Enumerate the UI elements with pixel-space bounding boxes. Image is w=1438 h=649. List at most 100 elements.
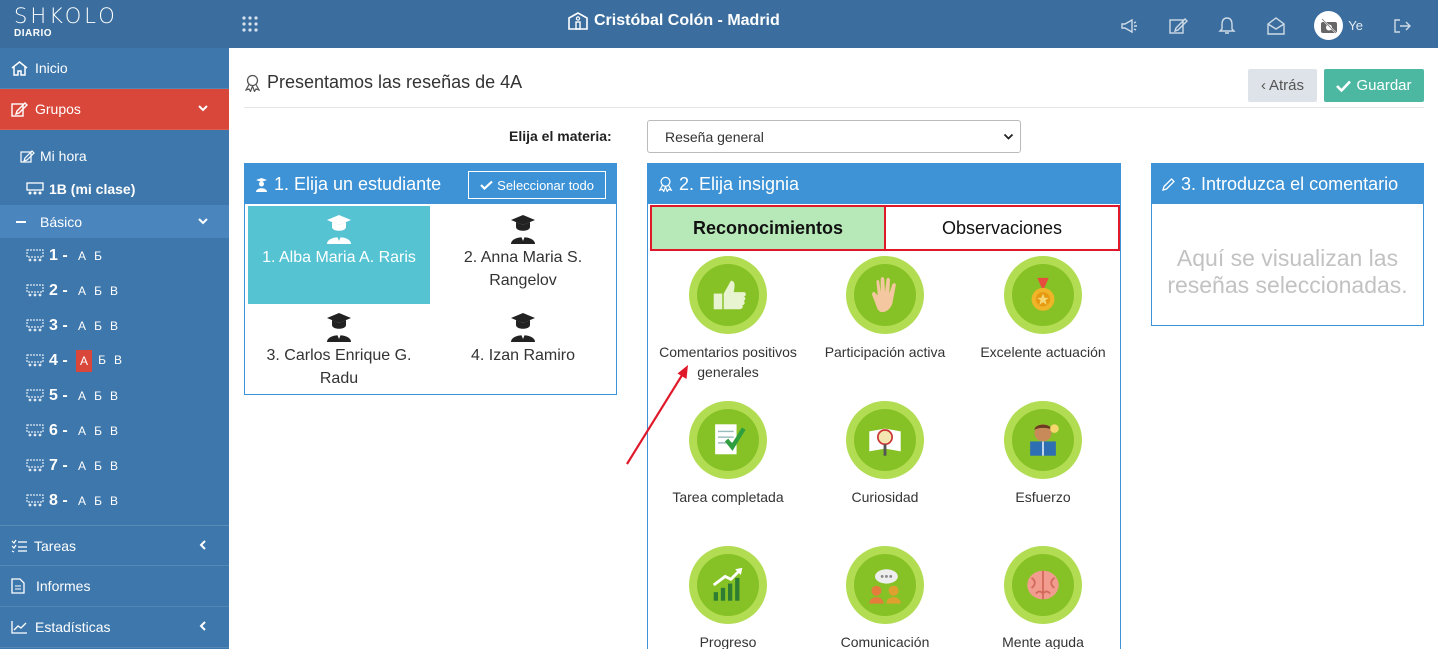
grade-section-link[interactable]: А xyxy=(76,246,88,266)
sidebar-item-label: Tareas xyxy=(34,537,77,554)
grade-section-link[interactable]: А xyxy=(76,281,88,301)
grade-section-link[interactable]: В xyxy=(108,316,120,336)
grade-section-link[interactable]: Б xyxy=(92,316,104,336)
student-card[interactable]: 2. Anna Maria S. Rangelov xyxy=(432,206,614,304)
grade-section-link[interactable]: А xyxy=(76,491,88,511)
graduate-icon xyxy=(511,313,535,342)
apps-grid-icon[interactable] xyxy=(241,15,259,33)
sidebar-grade-row[interactable]: 2 - АБВ xyxy=(0,273,229,308)
minus-icon xyxy=(16,220,26,223)
edit-icon[interactable] xyxy=(1168,16,1189,36)
sidebar-grade-row[interactable]: 4 - АБВ xyxy=(0,343,229,378)
classroom-icon xyxy=(26,318,44,331)
sidebar-grade-row[interactable]: 5 - АБВ xyxy=(0,378,229,413)
grade-section-link[interactable]: Б xyxy=(96,350,108,372)
sidebar-grade-row[interactable]: 3 - АБВ xyxy=(0,308,229,343)
badge-item[interactable]: Curiosidad xyxy=(806,401,964,507)
badge-item[interactable]: Progreso xyxy=(649,546,807,649)
sidebar-item-mi-clase[interactable]: 1B (mi clase) xyxy=(0,172,229,205)
megaphone-icon[interactable] xyxy=(1119,16,1139,36)
speech-people-icon xyxy=(869,569,901,604)
tab-reconocimientos[interactable]: Reconocimientos xyxy=(650,205,886,251)
badge-label: Participación activa xyxy=(824,344,946,360)
grade-number: 4 - xyxy=(49,351,68,369)
select-all-button[interactable]: Seleccionar todo xyxy=(468,171,606,199)
line-chart-icon xyxy=(11,621,27,634)
classroom-icon xyxy=(26,181,44,194)
pencil-icon xyxy=(1162,177,1175,191)
student-card[interactable]: 1. Alba Maria A. Raris xyxy=(248,206,430,304)
sidebar-grade-row[interactable]: 6 - АБВ xyxy=(0,413,229,448)
subject-select-value: Reseña general xyxy=(665,128,764,145)
student-name: 1. Alba Maria A. Raris xyxy=(262,249,416,266)
sidebar-item-informes[interactable]: Informes xyxy=(0,566,229,607)
ribbon-icon xyxy=(244,74,261,92)
badge-item[interactable]: Comunicación xyxy=(806,546,964,649)
student-name: 3. Carlos Enrique G. Radu xyxy=(266,347,412,387)
tab-label: Observaciones xyxy=(941,217,1063,238)
grade-section-link[interactable]: В xyxy=(108,386,120,406)
classroom-icon xyxy=(26,493,44,506)
sidebar-item-grupos[interactable]: Grupos xyxy=(0,89,229,130)
sidebar-item-label: Mi hora xyxy=(40,147,87,164)
chevron-left-icon xyxy=(199,540,206,550)
sidebar-item-mi-hora[interactable]: Mi hora xyxy=(0,139,229,172)
grade-section-link[interactable]: Б xyxy=(92,386,104,406)
logo[interactable]: SHKOLO DIARIO xyxy=(14,5,118,39)
student-card[interactable]: 3. Carlos Enrique G. Radu xyxy=(248,304,430,392)
grade-section-link[interactable]: А xyxy=(76,421,88,441)
sidebar-grade-row[interactable]: 7 - АБВ xyxy=(0,448,229,483)
grade-section-link[interactable]: В xyxy=(108,491,120,511)
grade-section-link[interactable]: Б xyxy=(92,421,104,441)
badge-panel-header: 2. Elija insignia xyxy=(648,164,1120,204)
sidebar-grade-row[interactable]: 1 - АБ xyxy=(0,238,229,273)
grade-section-link[interactable]: Б xyxy=(92,281,104,301)
grade-section-link[interactable]: А xyxy=(76,316,88,336)
student-card[interactable]: 4. Izan Ramiro xyxy=(432,304,614,392)
logout-icon[interactable] xyxy=(1392,16,1412,36)
edit-icon xyxy=(11,102,28,117)
check-icon xyxy=(480,180,493,190)
raised-hand-icon xyxy=(872,277,896,313)
save-button[interactable]: Guardar xyxy=(1324,69,1424,102)
grade-section-link[interactable]: А xyxy=(76,386,88,406)
envelope-open-icon[interactable] xyxy=(1266,16,1286,36)
back-button[interactable]: ‹ Atrás xyxy=(1248,69,1317,102)
badge-item[interactable]: Esfuerzo xyxy=(964,401,1122,507)
student-panel: 1. Elija un estudiante Seleccionar todo … xyxy=(244,163,617,395)
badge-label: Esfuerzo xyxy=(1015,489,1071,505)
user-name[interactable]: Ye xyxy=(1348,18,1363,33)
avatar[interactable] xyxy=(1314,11,1344,40)
tab-observaciones[interactable]: Observaciones xyxy=(886,205,1120,251)
badge-item[interactable]: Participación activa xyxy=(806,256,964,362)
grade-section-link[interactable]: В xyxy=(108,281,120,301)
classroom-icon xyxy=(26,353,44,366)
sidebar-item-tareas[interactable]: Tareas xyxy=(0,525,229,566)
grade-section-link[interactable]: Б xyxy=(92,456,104,476)
sidebar-item-label: 1B (mi clase) xyxy=(49,180,136,197)
sidebar-grade-row[interactable]: 8 - АБВ xyxy=(0,483,229,518)
bell-icon[interactable] xyxy=(1217,16,1237,36)
grade-section-link[interactable]: В xyxy=(108,421,120,441)
annotation-arrow-icon xyxy=(626,365,688,465)
badge-label: Curiosidad xyxy=(851,489,919,505)
grade-number: 3 - xyxy=(49,316,68,334)
grade-section-link[interactable]: Б xyxy=(92,491,104,511)
grade-section-link[interactable]: А xyxy=(76,349,92,372)
badge-item[interactable]: Mente aguda xyxy=(964,546,1122,649)
classroom-icon xyxy=(26,423,44,436)
grade-section-link[interactable]: В xyxy=(108,456,120,476)
badge-label: Mente aguda xyxy=(1002,634,1084,649)
grade-section-link[interactable]: В xyxy=(112,350,124,372)
student-panel-header: 1. Elija un estudiante Seleccionar todo xyxy=(245,164,616,204)
sidebar-item-inicio[interactable]: Inicio xyxy=(0,48,229,89)
grade-section-link[interactable]: А xyxy=(76,456,88,476)
grade-section-link[interactable]: Б xyxy=(92,246,104,266)
sidebar-item-estadisticas[interactable]: Estadísticas xyxy=(0,607,229,648)
badge-item[interactable]: Excelente actuación xyxy=(964,256,1122,362)
sidebar-item-basico[interactable]: Básico xyxy=(0,205,229,238)
chevron-down-icon xyxy=(198,105,208,112)
badge-label: Progreso xyxy=(699,634,757,649)
subject-select[interactable]: Reseña general xyxy=(647,120,1021,153)
comment-panel: 3. Introduzca el comentario Aquí se visu… xyxy=(1151,163,1424,326)
